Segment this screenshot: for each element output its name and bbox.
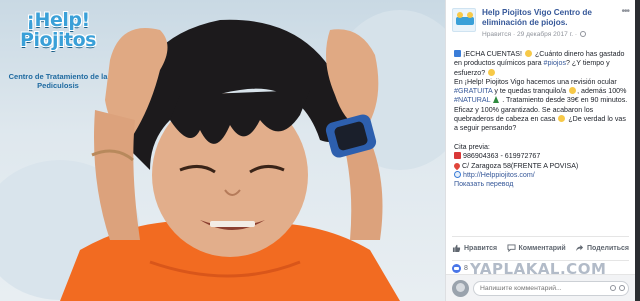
reaction-count: 8 xyxy=(464,264,468,272)
location-pin-icon xyxy=(452,161,462,170)
comment-input-icons xyxy=(610,285,625,291)
post-text-part: y te quedas tranquilo/a xyxy=(492,87,567,96)
thumbs-up-icon xyxy=(452,244,461,252)
thinking-emoji-icon xyxy=(558,115,566,123)
like-button[interactable]: Нравится xyxy=(452,242,497,254)
comment-bubble-icon xyxy=(507,244,515,252)
hashtag-natural-link[interactable]: #NATURAL xyxy=(454,96,490,104)
share-button-label: Поделиться xyxy=(586,244,629,252)
scrollbar[interactable] xyxy=(635,0,640,301)
phone-text: 986904363 - 619972767 xyxy=(463,152,541,161)
money-face-emoji-icon xyxy=(524,50,532,57)
phone-line: 986904363 - 619972767 xyxy=(454,152,629,161)
post-date[interactable]: 29 декабря 2017 г. xyxy=(517,31,573,38)
like-button-label: Нравится xyxy=(464,244,498,252)
tree-emoji-icon xyxy=(493,96,500,104)
post-text-part: En ¡Help! Piojitos Vigo hacemos una revi… xyxy=(454,77,617,86)
post-actions: Нравится Комментарий Поделиться xyxy=(452,236,629,254)
user-avatar xyxy=(452,280,469,297)
address-text: C/ Zaragoza 58(FRENTE A POVISA) xyxy=(462,161,579,170)
hashtag-piojos-link[interactable]: #piojos xyxy=(544,59,566,67)
post-header: Help Piojitos Vigo Centro de eliminación… xyxy=(452,6,630,44)
share-arrow-icon xyxy=(575,244,584,252)
post-text-part: , además 100% xyxy=(577,87,627,96)
emoji-icon[interactable] xyxy=(610,285,616,291)
website-line: http://Helppiojitos.com/ xyxy=(454,170,629,180)
website-link[interactable]: http://Helppiojitos.com/ xyxy=(463,171,535,179)
brand-title: ¡Help! Piojitos xyxy=(20,9,96,51)
brand-subtitle: Centro de Tratamiento de la Pediculosis xyxy=(8,72,108,90)
post-heading: ¡ECHA CUENTAS! xyxy=(463,50,522,58)
cita-label: Cita previa: xyxy=(454,142,490,151)
page-logo-icon xyxy=(456,12,474,25)
comment-input[interactable] xyxy=(473,281,629,296)
telephone-icon xyxy=(454,152,461,160)
brand-logo: ¡Help! Piojitos Centro de Tratamiento de… xyxy=(6,10,110,90)
comment-composer xyxy=(446,274,635,301)
post-paragraph-2: En ¡Help! Piojitos Vigo hacemos una revi… xyxy=(454,78,629,134)
show-translation-link[interactable]: Показать перевод xyxy=(454,180,629,189)
ellipsis-icon[interactable]: ••• xyxy=(621,6,629,17)
arrow-right-icon xyxy=(454,50,461,57)
globe-icon xyxy=(454,170,461,178)
like-reaction-icon xyxy=(452,263,461,273)
page-like-link[interactable]: Нравится xyxy=(482,31,511,38)
relieved-emoji-icon xyxy=(569,87,577,95)
page-name-link[interactable]: Help Piojitos Vigo Centro de eliminación… xyxy=(482,8,617,28)
comment-button-label: Комментарий xyxy=(518,244,566,252)
sweat-smile-emoji-icon xyxy=(488,68,496,76)
comment-button[interactable]: Комментарий xyxy=(507,242,566,254)
post-photo[interactable]: ¡Help! Piojitos Centro de Tratamiento de… xyxy=(0,0,445,301)
post-paragraph-1: ¡ECHA CUENTAS! ¿Cuánto dinero has gastad… xyxy=(454,50,629,78)
share-button[interactable]: Поделиться xyxy=(575,242,629,254)
hashtag-gratuita-link[interactable]: #GRATUITA xyxy=(454,87,492,95)
camera-icon[interactable] xyxy=(619,285,625,291)
watermark: YAPLAKAL.COM xyxy=(470,260,607,278)
post-meta: Нравится · 29 декабря 2017 г. · xyxy=(482,31,586,38)
post-text: ¡ECHA CUENTAS! ¿Cuánto dinero has gastad… xyxy=(452,50,629,189)
address-line: C/ Zaragoza 58(FRENTE A POVISA) xyxy=(452,161,629,171)
post-sidebar: Help Piojitos Vigo Centro de eliminación… xyxy=(445,0,635,301)
page-avatar[interactable] xyxy=(452,8,476,32)
public-globe-icon xyxy=(579,31,586,37)
